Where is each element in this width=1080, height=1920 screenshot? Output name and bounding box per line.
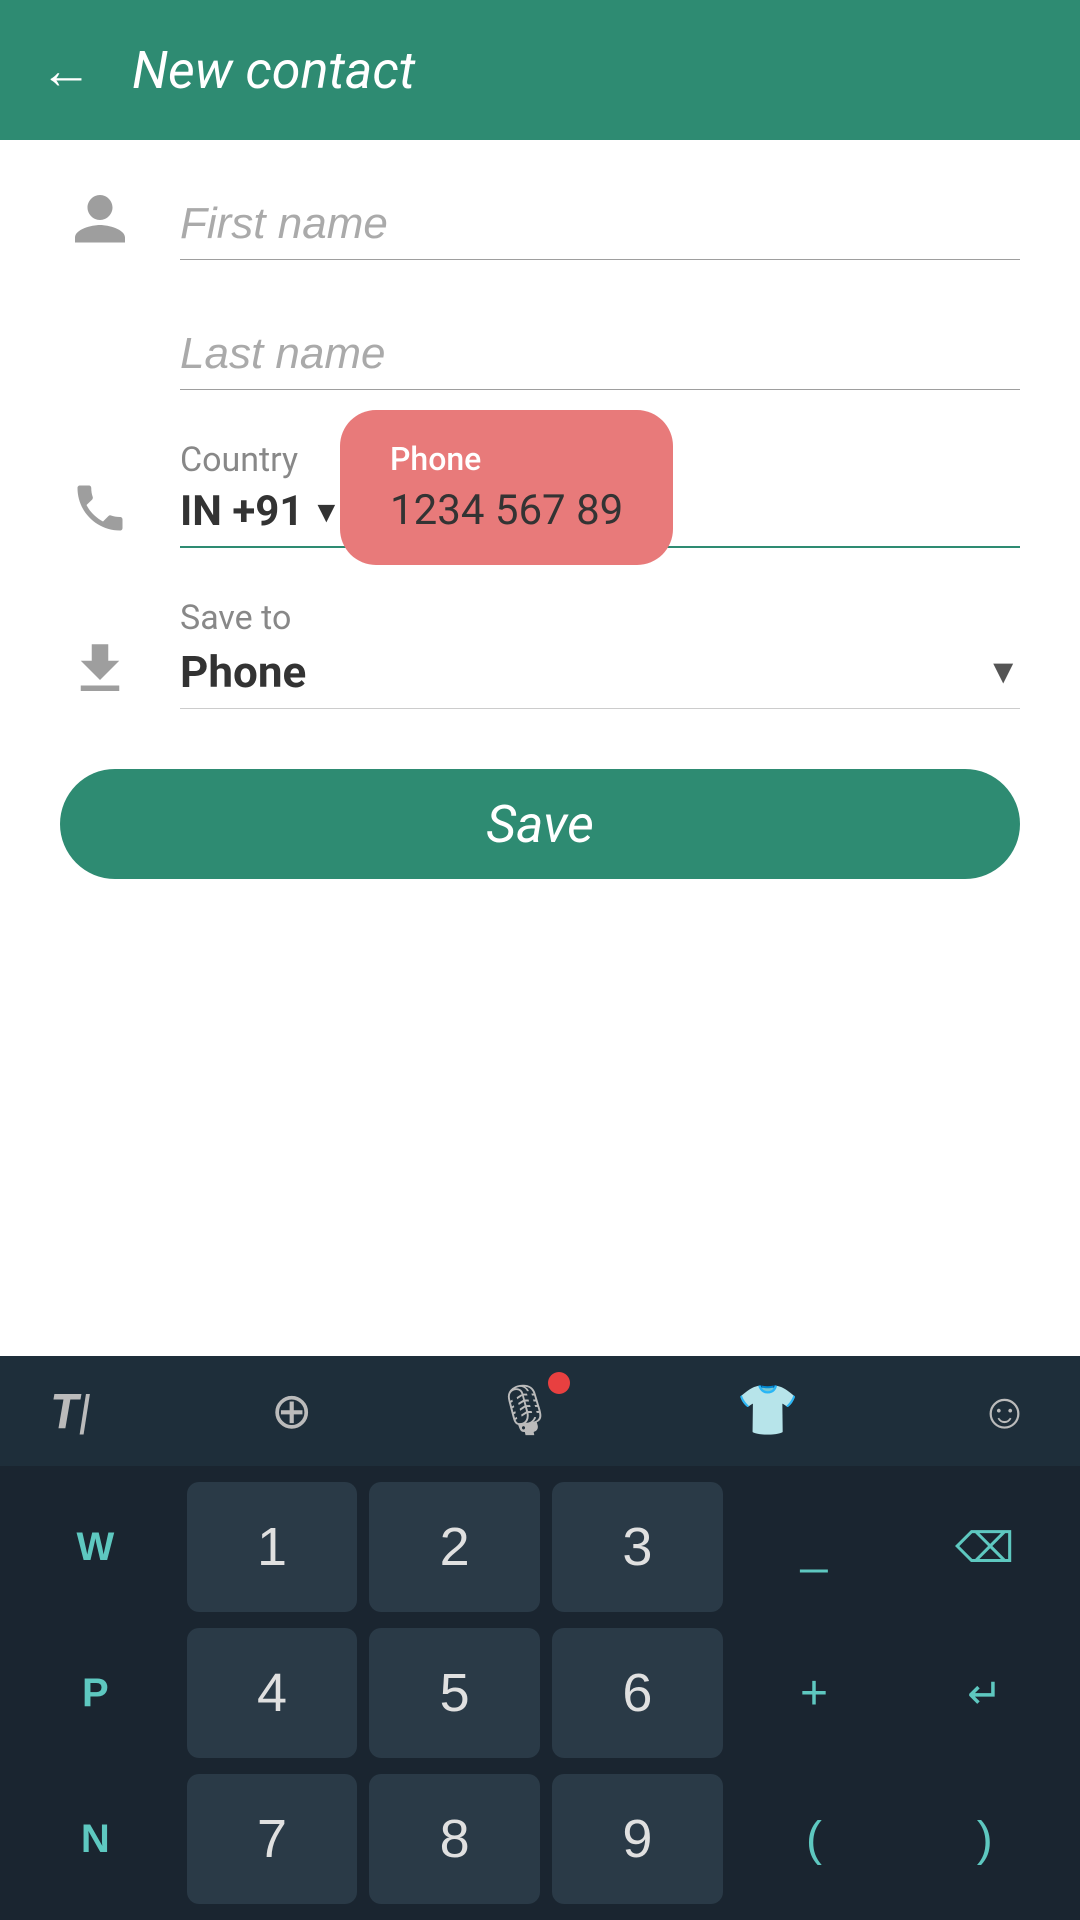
- kb-key-7[interactable]: 7: [187, 1774, 358, 1904]
- form-area: Phone 1234 567 89 Country Phone IN +91 ▼: [0, 140, 1080, 959]
- save-to-dropdown[interactable]: Phone ▼: [180, 646, 1020, 709]
- font-tool-icon[interactable]: T|: [50, 1383, 91, 1440]
- last-name-input[interactable]: [180, 329, 1020, 390]
- last-name-field-wrapper: [180, 329, 1020, 390]
- mic-tool-button[interactable]: 🎙: [493, 1382, 556, 1440]
- keyboard: T| ⊕ 🎙 👕 ☺ W 1 2 3 _ ⌫ P 4 5 6 + ↵ N: [0, 1356, 1080, 1920]
- tooltip-value: 1234 567 89: [390, 486, 623, 535]
- phone-row: Phone 1234 567 89 Country Phone IN +91 ▼: [60, 440, 1020, 548]
- kb-key-8[interactable]: 8: [369, 1774, 540, 1904]
- save-to-label: Save to: [180, 598, 1020, 638]
- phone-section: Phone 1234 567 89 Country Phone IN +91 ▼: [180, 440, 1020, 548]
- last-name-row: [60, 310, 1020, 390]
- kb-key-w[interactable]: W: [10, 1482, 181, 1612]
- person-icon: [70, 190, 130, 250]
- save-to-row: Save to Phone ▼: [60, 598, 1020, 709]
- tooltip-label: Phone: [390, 440, 481, 478]
- kb-key-3[interactable]: 3: [552, 1482, 723, 1612]
- kb-key-n[interactable]: N: [10, 1774, 181, 1904]
- kb-key-5[interactable]: 5: [369, 1628, 540, 1758]
- record-indicator: [548, 1372, 570, 1394]
- kb-key-2[interactable]: 2: [369, 1482, 540, 1612]
- kb-row-3: N 7 8 9 ( ): [0, 1774, 1080, 1904]
- kb-key-underscore[interactable]: _: [729, 1482, 900, 1612]
- contact-icon: [60, 180, 140, 260]
- kb-key-1[interactable]: 1: [187, 1482, 358, 1612]
- kb-key-plus[interactable]: +: [729, 1628, 900, 1758]
- save-button[interactable]: Save: [60, 769, 1020, 879]
- kb-key-open-paren[interactable]: (: [729, 1774, 900, 1904]
- kb-key-close-paren[interactable]: ): [899, 1774, 1070, 1904]
- back-button[interactable]: ←: [40, 40, 92, 101]
- phone-tooltip: Phone 1234 567 89: [340, 410, 673, 565]
- kb-key-6[interactable]: 6: [552, 1628, 723, 1758]
- keyboard-rows: W 1 2 3 _ ⌫ P 4 5 6 + ↵ N 7 8 9 ( ): [0, 1466, 1080, 1904]
- last-name-spacer: [60, 310, 140, 390]
- save-button-label: Save: [486, 794, 594, 855]
- kb-key-enter[interactable]: ↵: [899, 1628, 1070, 1758]
- first-name-row: [60, 180, 1020, 260]
- save-to-section: Save to Phone ▼: [180, 598, 1020, 709]
- phone-icon: [60, 468, 140, 548]
- app-header: ← New contact: [0, 0, 1080, 140]
- save-to-arrow-icon: ▼: [986, 652, 1020, 692]
- keyboard-toolbar: T| ⊕ 🎙 👕 ☺: [0, 1356, 1080, 1466]
- country-code: IN +91: [180, 487, 303, 536]
- kb-row-1: W 1 2 3 _ ⌫: [0, 1482, 1080, 1612]
- country-dropdown-arrow: ▼: [311, 495, 341, 530]
- kb-key-9[interactable]: 9: [552, 1774, 723, 1904]
- emoji-tool-icon[interactable]: ☺: [979, 1382, 1030, 1441]
- save-to-icon: [60, 629, 140, 709]
- kb-row-2: P 4 5 6 + ↵: [0, 1628, 1080, 1758]
- page-title: New contact: [132, 40, 415, 101]
- kb-key-4[interactable]: 4: [187, 1628, 358, 1758]
- kb-key-backspace[interactable]: ⌫: [899, 1482, 1070, 1612]
- first-name-input[interactable]: [180, 199, 1020, 260]
- save-to-value: Phone: [180, 646, 306, 698]
- globe-tool-icon[interactable]: ⊕: [271, 1382, 313, 1441]
- kb-key-p[interactable]: P: [10, 1628, 181, 1758]
- shirt-tool-icon[interactable]: 👕: [737, 1382, 799, 1440]
- first-name-field-wrapper: [180, 199, 1020, 260]
